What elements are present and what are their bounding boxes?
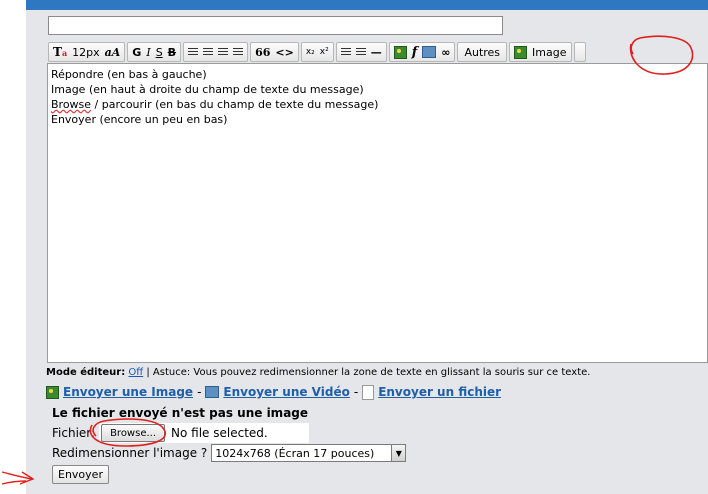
editor-line: Browse / parcourir (en bas du champ de t… bbox=[51, 97, 704, 112]
editor-line: Répondre (en bas à gauche) bbox=[51, 68, 207, 81]
editor-mode-label: Mode éditeur: bbox=[46, 367, 126, 378]
resize-row: Redimensionner l'image ? 1024x768 (Écran… bbox=[52, 444, 407, 462]
quote-icon[interactable]: 66 bbox=[255, 47, 270, 58]
subject-input[interactable] bbox=[48, 16, 503, 35]
resize-label: Redimensionner l'image ? bbox=[52, 446, 208, 460]
image-upload-button[interactable]: Image bbox=[509, 42, 572, 62]
send-image-link[interactable]: Envoyer une Image bbox=[63, 385, 193, 399]
alignment-group bbox=[183, 42, 249, 62]
editor-line: Image (en haut à droite du champ de text… bbox=[51, 83, 364, 96]
strikethrough-button[interactable]: B bbox=[168, 47, 176, 58]
file-label: Fichier: bbox=[52, 426, 96, 440]
send-file-link[interactable]: Envoyer un fichier bbox=[378, 385, 501, 399]
editor-mode-toggle[interactable]: Off bbox=[128, 367, 143, 378]
numbered-list-icon[interactable] bbox=[355, 47, 366, 57]
browse-button[interactable]: Browse... bbox=[101, 424, 166, 442]
text-style-group: G I S B bbox=[127, 42, 182, 62]
italic-button[interactable]: I bbox=[146, 47, 150, 58]
flash-icon[interactable]: f bbox=[412, 46, 418, 59]
video-clapper-icon[interactable] bbox=[422, 46, 437, 58]
quote-code-group: 66 <> bbox=[250, 42, 299, 62]
resize-selected-value: 1024x768 (Écran 17 pouces) bbox=[215, 446, 375, 460]
editor-line: Envoyer (encore un peu en bas) bbox=[51, 113, 228, 126]
insert-image-icon[interactable] bbox=[393, 45, 407, 59]
editor-tip: Mode éditeur: Off | Astuce: Vous pouvez … bbox=[46, 366, 708, 380]
align-center-icon[interactable] bbox=[203, 47, 214, 57]
font-settings-button[interactable]: Ta 12px aA bbox=[48, 42, 126, 62]
message-textarea[interactable]: Répondre (en bas à gauche) Image (en haut… bbox=[47, 63, 708, 363]
upload-error-message: Le fichier envoyé n'est pas une image bbox=[52, 406, 309, 420]
list-group: — bbox=[335, 42, 387, 62]
misspelled-word: Browse bbox=[51, 98, 92, 111]
overflow-tool-button[interactable] bbox=[573, 42, 586, 62]
subscript-icon[interactable]: x₂ bbox=[306, 47, 315, 57]
file-input: Browse... No file selected. bbox=[99, 423, 310, 443]
send-file-icon bbox=[362, 384, 375, 400]
align-right-icon[interactable] bbox=[218, 47, 229, 57]
font-type-icon: Ta bbox=[53, 45, 68, 59]
chevron-down-icon: ▼ bbox=[391, 445, 406, 461]
upload-links: Envoyer une Image - Envoyer une Vidéo - … bbox=[46, 381, 501, 403]
send-video-icon bbox=[205, 386, 220, 398]
submit-button[interactable]: Envoyer bbox=[52, 465, 109, 484]
send-image-icon bbox=[46, 385, 59, 399]
underline-button[interactable]: S bbox=[156, 47, 163, 58]
editor-line-rest: / parcourir (en bas du champ de texte du… bbox=[91, 98, 379, 111]
code-icon[interactable]: <> bbox=[275, 47, 293, 58]
editor-toolbar: Ta 12px aA G I S B 66 <> x₂ x² — f ∞ Aut… bbox=[48, 41, 708, 63]
font-case-icon: aA bbox=[104, 45, 121, 59]
media-group: f ∞ bbox=[388, 42, 456, 62]
send-video-link[interactable]: Envoyer une Vidéo bbox=[223, 385, 349, 399]
horizontal-rule-icon[interactable]: — bbox=[371, 47, 382, 58]
separator: - bbox=[197, 385, 202, 399]
superscript-icon[interactable]: x² bbox=[320, 47, 329, 57]
font-size-value: 12px bbox=[72, 45, 100, 59]
script-group: x₂ x² bbox=[300, 42, 334, 62]
bullet-list-icon[interactable] bbox=[340, 47, 351, 57]
top-header-bar bbox=[26, 0, 708, 10]
image-button-label: Image bbox=[532, 45, 567, 59]
image-icon bbox=[514, 45, 528, 59]
bold-button[interactable]: G bbox=[132, 47, 141, 58]
file-row: Fichier: Browse... No file selected. bbox=[52, 423, 310, 443]
link-icon[interactable]: ∞ bbox=[441, 47, 450, 58]
tip-text: | Astuce: Vous pouvez redimensionner la … bbox=[146, 367, 591, 378]
align-justify-icon[interactable] bbox=[233, 47, 244, 57]
resize-select[interactable]: 1024x768 (Écran 17 pouces) ▼ bbox=[211, 444, 407, 462]
separator: - bbox=[353, 385, 359, 399]
align-left-icon[interactable] bbox=[188, 47, 199, 57]
no-file-text: No file selected. bbox=[171, 426, 268, 440]
more-button[interactable]: Autres bbox=[457, 42, 508, 62]
